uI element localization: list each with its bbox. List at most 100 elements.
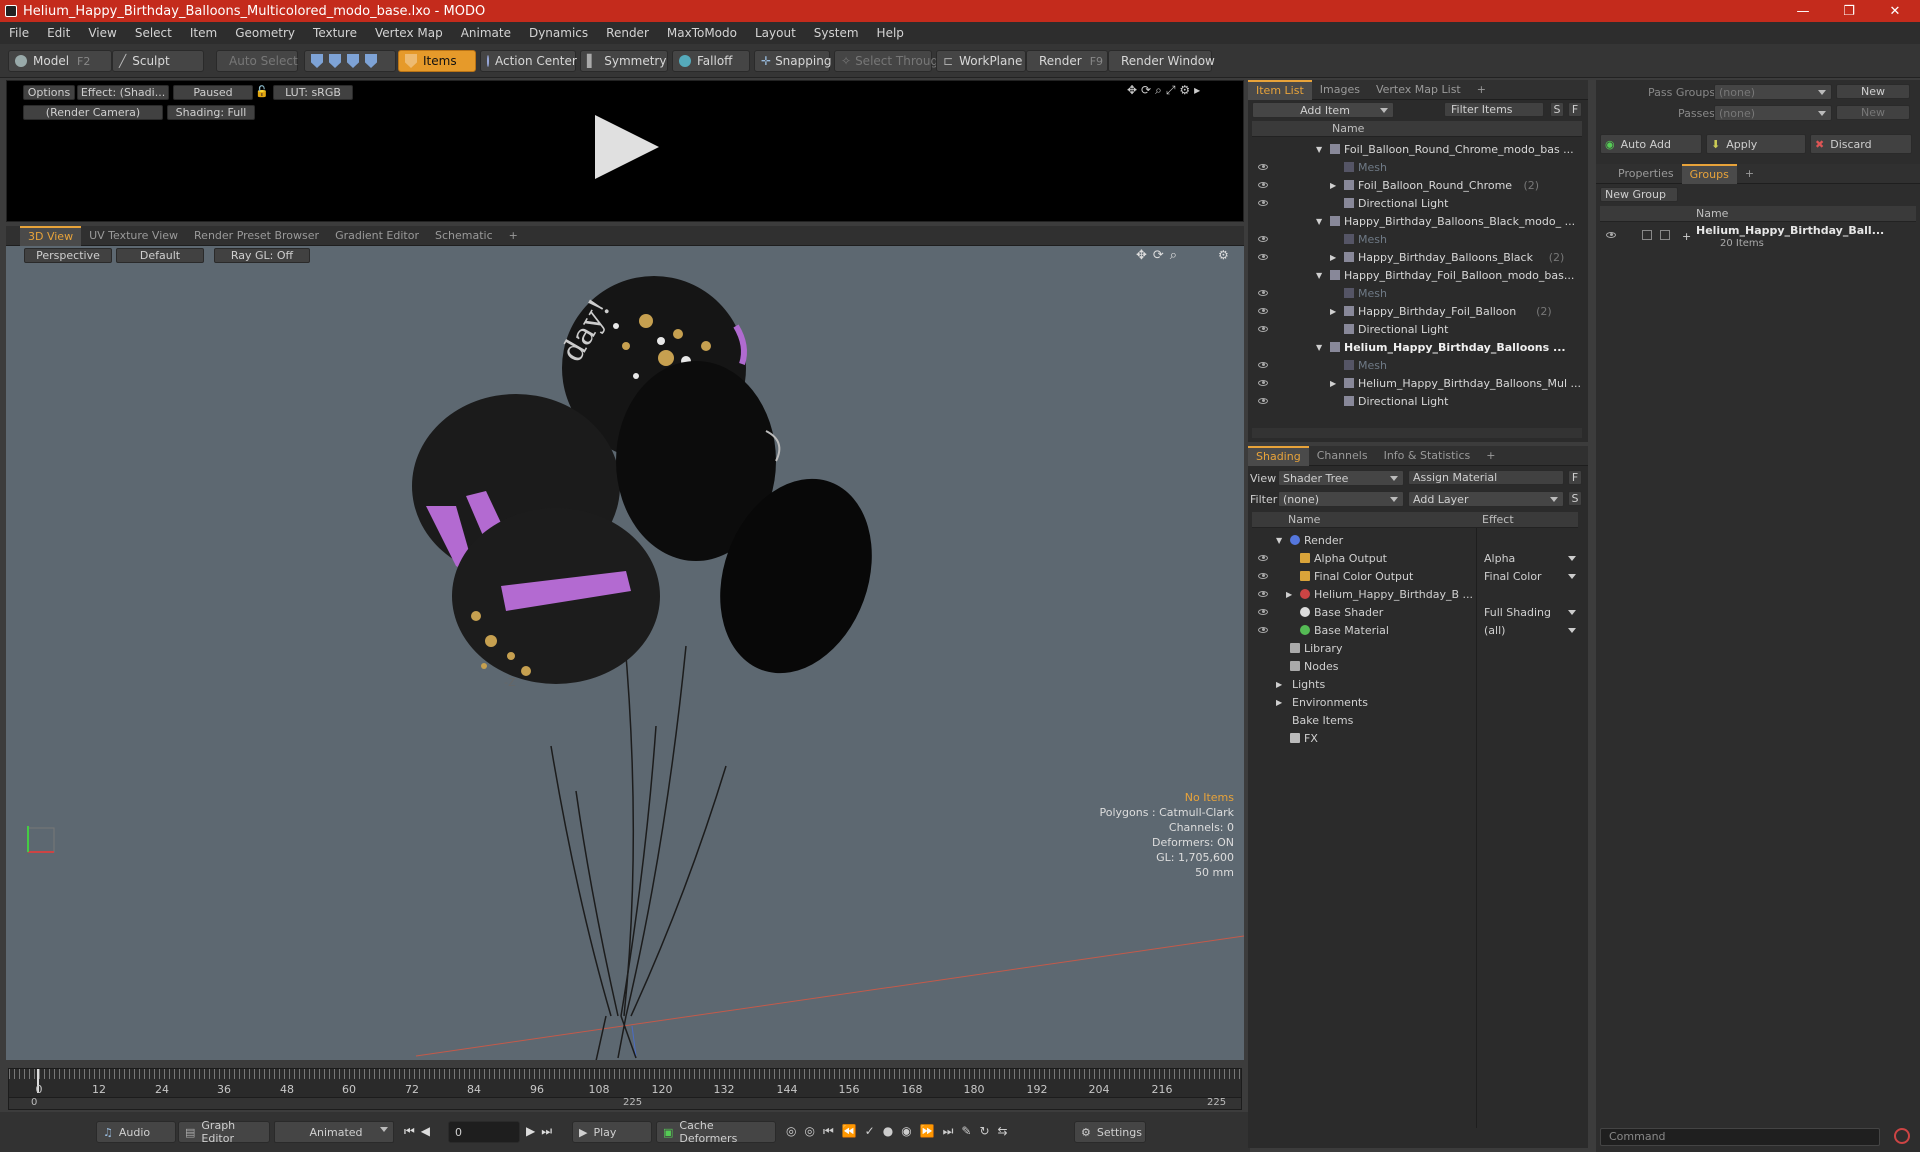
preview-lut-dropdown[interactable]: LUT: sRGB xyxy=(273,85,353,100)
preview-camera-dropdown[interactable]: (Render Camera) xyxy=(23,105,163,120)
menu-maxtomodo[interactable]: MaxToModo xyxy=(658,26,746,40)
tab-groups[interactable]: Groups xyxy=(1681,163,1737,184)
menu-texture[interactable]: Texture xyxy=(304,26,366,40)
checkbox-icon[interactable] xyxy=(1660,230,1670,240)
item-list-row[interactable]: ▼ Happy_Birthday_Balloons_Black_modo_ ... xyxy=(1252,212,1582,230)
tab-images[interactable]: Images xyxy=(1312,80,1368,100)
shader-row[interactable]: Library xyxy=(1252,639,1578,657)
eye-icon[interactable] xyxy=(1258,326,1268,332)
render-window-button[interactable]: Render Window xyxy=(1108,50,1215,72)
new-pass-group-button[interactable]: New xyxy=(1836,84,1910,99)
shader-row[interactable]: ▶ Environments xyxy=(1252,693,1578,711)
expand-arrow-icon[interactable]: ▼ xyxy=(1316,217,1322,226)
maximize-button[interactable]: ❐ xyxy=(1826,0,1872,22)
lock-icon[interactable]: 🔓 xyxy=(255,85,269,98)
add-tab-button[interactable]: + xyxy=(501,226,526,246)
discard-button[interactable]: ✖ Discard xyxy=(1810,134,1912,154)
menu-view[interactable]: View xyxy=(79,26,125,40)
tab-render-preset-browser[interactable]: Render Preset Browser xyxy=(186,226,327,246)
expand-arrow-icon[interactable]: ▶ xyxy=(1276,680,1282,689)
tab-shading[interactable]: Shading xyxy=(1248,445,1309,466)
menu-vertex-map[interactable]: Vertex Map xyxy=(366,26,452,40)
eye-icon[interactable] xyxy=(1258,200,1268,206)
add-tab-button[interactable]: + xyxy=(1469,80,1494,100)
select-through-button[interactable]: ✧ Select Through xyxy=(834,50,946,72)
filter-s-button[interactable]: S xyxy=(1550,102,1564,117)
play-preview-icon[interactable] xyxy=(595,115,659,179)
tab-properties[interactable]: Properties xyxy=(1610,164,1682,184)
item-list-row[interactable]: ▼ Foil_Balloon_Round_Chrome_modo_bas ... xyxy=(1252,140,1582,158)
command-input[interactable]: Command xyxy=(1600,1128,1880,1146)
preview-options-button[interactable]: Options xyxy=(23,85,75,100)
eye-icon[interactable] xyxy=(1606,232,1616,238)
shader-row[interactable]: Bake Items xyxy=(1252,711,1578,729)
items-mode-button[interactable]: Items xyxy=(398,50,476,72)
eye-icon[interactable] xyxy=(1258,164,1268,170)
new-group-button[interactable]: New Group xyxy=(1600,187,1678,202)
expand-arrow-icon[interactable]: ▶ xyxy=(1330,253,1336,262)
tab-3d-view[interactable]: 3D View xyxy=(20,225,82,246)
item-list-row[interactable]: ▶ Helium_Happy_Birthday_Balloons_Mul ... xyxy=(1252,374,1582,392)
item-list-row[interactable]: Directional Light xyxy=(1252,194,1582,212)
expand-arrow-icon[interactable]: ▶ xyxy=(1330,379,1336,388)
item-list-row[interactable]: Mesh xyxy=(1252,158,1582,176)
eye-icon[interactable] xyxy=(1258,398,1268,404)
snapping-button[interactable]: ✛ Snapping xyxy=(754,50,831,72)
preview-nav-icons[interactable]: ✥⟳⌕⤢⚙▸ xyxy=(1127,83,1204,98)
forward-controls[interactable]: ▶⏭ xyxy=(526,1124,558,1139)
effect-dropdown[interactable]: Final Color xyxy=(1484,570,1574,583)
item-list-row[interactable]: Directional Light xyxy=(1252,392,1582,410)
minimize-button[interactable]: — xyxy=(1780,0,1826,22)
effect-dropdown[interactable]: Alpha xyxy=(1484,552,1574,565)
tab-item-list[interactable]: Item List xyxy=(1248,79,1312,100)
menu-layout[interactable]: Layout xyxy=(746,26,805,40)
filter-f-button[interactable]: F xyxy=(1568,102,1582,117)
play-button[interactable]: ▶ Play xyxy=(572,1121,652,1143)
frame-input[interactable]: 0 xyxy=(448,1121,520,1143)
vertices-icon[interactable] xyxy=(311,54,323,68)
shader-row[interactable]: Nodes xyxy=(1252,657,1578,675)
tab-uv-texture-view[interactable]: UV Texture View xyxy=(81,226,186,246)
graph-editor-button[interactable]: ▤ Graph Editor xyxy=(178,1119,270,1145)
eye-icon[interactable] xyxy=(1258,182,1268,188)
materials-icon[interactable] xyxy=(365,54,377,68)
item-list-row[interactable]: ▼ Helium_Happy_Birthday_Balloons ... xyxy=(1252,338,1582,356)
action-center-button[interactable]: Action Center xyxy=(480,50,577,72)
item-list-row[interactable]: Directional Light xyxy=(1252,320,1582,338)
apply-button[interactable]: ⬇ Apply xyxy=(1706,134,1806,154)
expand-arrow-icon[interactable]: ▼ xyxy=(1276,536,1282,545)
item-list-row[interactable]: ▶ Happy_Birthday_Foil_Balloon (2) xyxy=(1252,302,1582,320)
item-list-row[interactable]: Mesh xyxy=(1252,230,1582,248)
shading-s-button[interactable]: S xyxy=(1568,491,1582,506)
menu-system[interactable]: System xyxy=(805,26,868,40)
eye-icon[interactable] xyxy=(1258,254,1268,260)
chevron-down-icon[interactable] xyxy=(1568,556,1576,561)
shader-row[interactable]: Alpha Output Alpha xyxy=(1252,549,1578,567)
chevron-down-icon[interactable] xyxy=(1568,628,1576,633)
shader-row[interactable]: Base Material (all) xyxy=(1252,621,1578,639)
shader-row[interactable]: Final Color Output Final Color xyxy=(1252,567,1578,585)
expand-icon[interactable]: + xyxy=(1682,230,1691,243)
tab-gradient-editor[interactable]: Gradient Editor xyxy=(327,226,427,246)
new-pass-button[interactable]: New xyxy=(1836,105,1910,120)
menu-edit[interactable]: Edit xyxy=(38,26,79,40)
effect-dropdown[interactable]: Full Shading xyxy=(1484,606,1574,619)
chevron-down-icon[interactable] xyxy=(1568,574,1576,579)
expand-arrow-icon[interactable]: ▶ xyxy=(1286,590,1292,599)
group-row[interactable]: + Helium_Happy_Birthday_Ball... 20 Items xyxy=(1600,224,1916,254)
add-layer-dropdown[interactable]: Add Layer xyxy=(1408,491,1564,507)
polygons-icon[interactable] xyxy=(347,54,359,68)
menu-render[interactable]: Render xyxy=(597,26,658,40)
eye-icon[interactable] xyxy=(1258,290,1268,296)
eye-icon[interactable] xyxy=(1258,555,1268,561)
add-item-dropdown[interactable]: Add Item xyxy=(1252,102,1394,118)
menu-animate[interactable]: Animate xyxy=(452,26,520,40)
shader-view-dropdown[interactable]: Shader Tree xyxy=(1278,470,1404,486)
shader-row[interactable]: ▼ Render xyxy=(1252,531,1578,549)
edges-icon[interactable] xyxy=(329,54,341,68)
expand-arrow-icon[interactable]: ▶ xyxy=(1276,698,1282,707)
rewind-controls[interactable]: ⏮◀ xyxy=(404,1124,436,1139)
add-tab-button[interactable]: + xyxy=(1737,164,1762,184)
shader-row[interactable]: Base Shader Full Shading xyxy=(1252,603,1578,621)
eye-icon[interactable] xyxy=(1258,627,1268,633)
